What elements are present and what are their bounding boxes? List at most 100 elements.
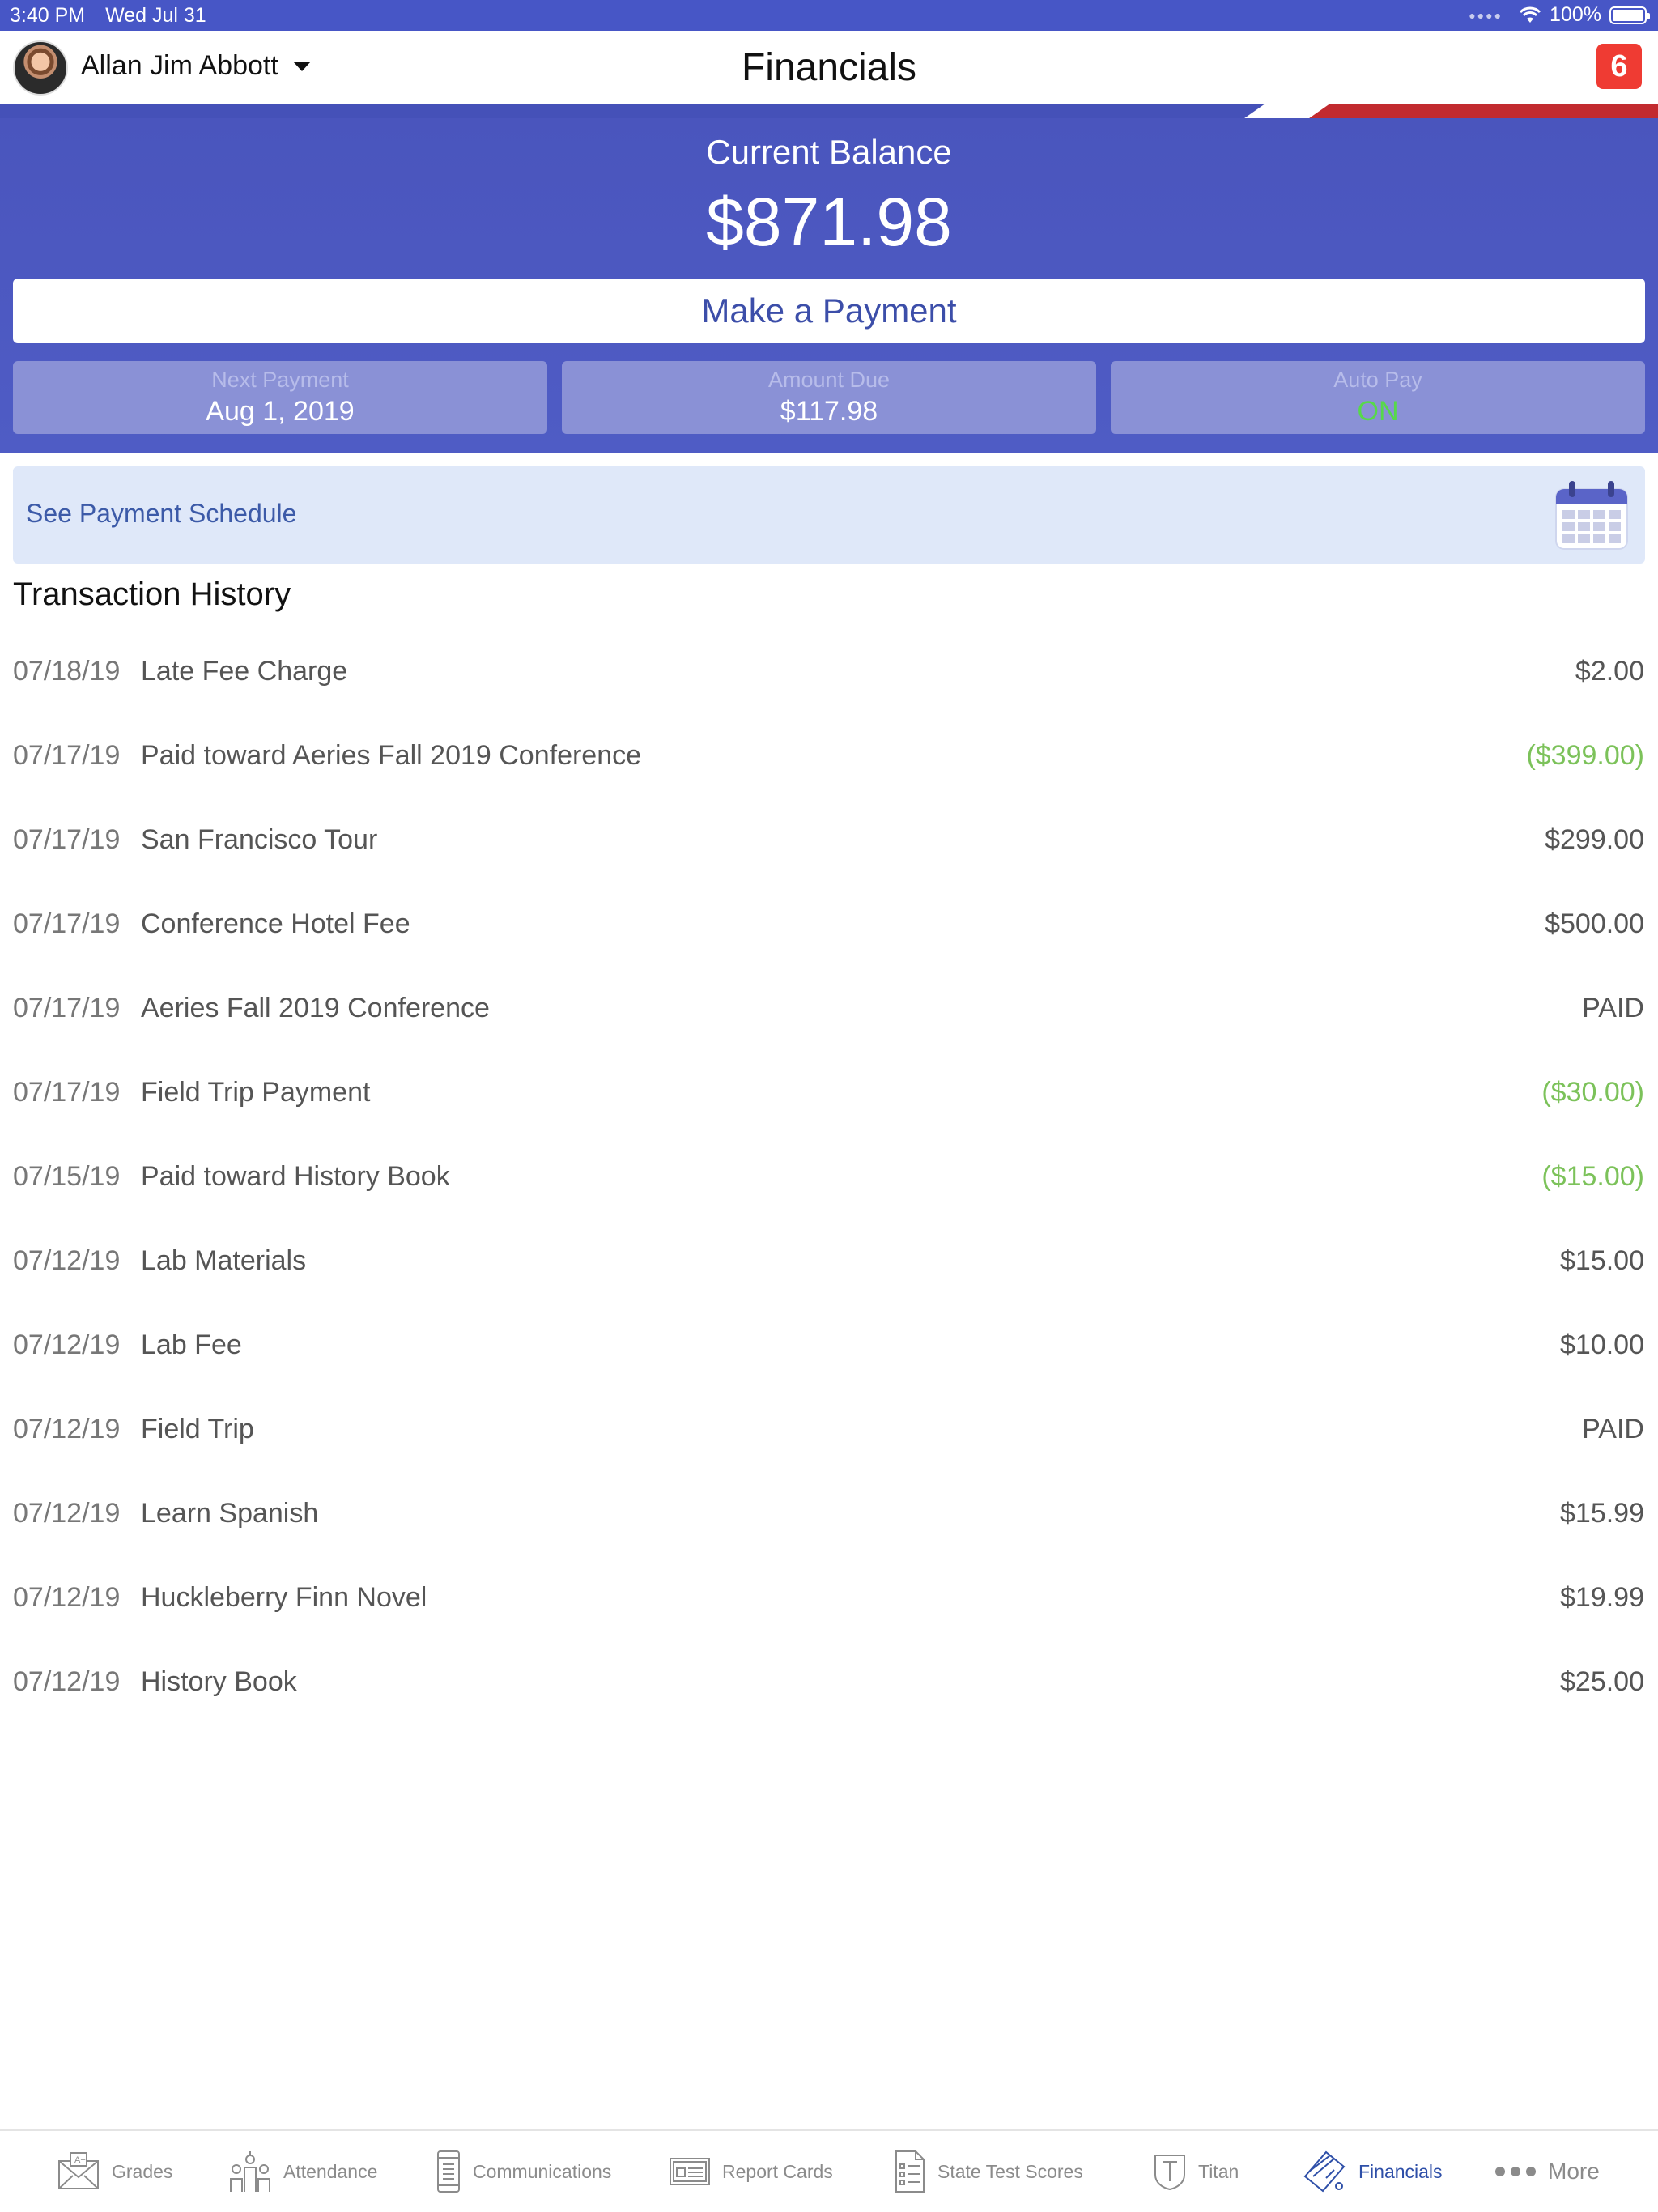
tab-state-test-scores[interactable]: State Test Scores xyxy=(894,2147,1083,2196)
transaction-date: 07/17/19 xyxy=(13,993,121,1023)
tab-label: Financials xyxy=(1358,2160,1443,2182)
tab-communications[interactable]: Communications xyxy=(436,2147,611,2196)
transaction-row[interactable]: 07/17/19 Conference Hotel Fee $500.00 xyxy=(0,886,1658,970)
transaction-description: Conference Hotel Fee xyxy=(141,908,410,939)
tab-label: Attendance xyxy=(283,2160,378,2182)
transaction-row[interactable]: 07/12/19 Lab Materials $15.00 xyxy=(0,1223,1658,1307)
auto-pay-value: ON xyxy=(1357,396,1399,427)
amount-due-label: Amount Due xyxy=(767,368,891,392)
transaction-row[interactable]: 07/17/19 Paid toward Aeries Fall 2019 Con… xyxy=(0,717,1658,802)
transaction-date: 07/12/19 xyxy=(13,1414,121,1444)
attendance-icon xyxy=(230,2151,270,2192)
tab-report-cards[interactable]: Report Cards xyxy=(669,2147,833,2196)
page-title: Financials xyxy=(741,46,917,89)
transaction-date: 07/12/19 xyxy=(13,1329,121,1360)
tab-bar: A+ Grades Attendance Communications Repo… xyxy=(0,2129,1658,2212)
transaction-amount: $19.99 xyxy=(1560,1582,1644,1613)
tab-label: Grades xyxy=(112,2160,173,2182)
signal-icon: ●●●● xyxy=(1469,8,1503,22)
tab-label: State Test Scores xyxy=(937,2160,1083,2182)
wifi-icon xyxy=(1519,6,1541,23)
transaction-amount: ($399.00) xyxy=(1526,740,1644,771)
app-header: Allan Jim Abbott Financials 6 xyxy=(0,31,1658,104)
communications-icon xyxy=(437,2150,460,2193)
transaction-row[interactable]: 07/12/19 Field Trip PAID xyxy=(0,1391,1658,1475)
transaction-row[interactable]: 07/17/19 Aeries Fall 2019 Conference PAID xyxy=(0,970,1658,1054)
transaction-amount: PAID xyxy=(1582,1414,1644,1444)
battery-percent: 100% xyxy=(1550,3,1601,26)
svg-text:A+: A+ xyxy=(74,2155,86,2165)
status-time: 3:40 PM xyxy=(10,4,86,27)
transaction-description: Field Trip xyxy=(141,1414,254,1444)
payment-schedule-link[interactable]: See Payment Schedule xyxy=(13,466,1645,564)
transaction-amount: $2.00 xyxy=(1575,656,1644,687)
transaction-description: Huckleberry Finn Novel xyxy=(141,1582,427,1613)
transaction-date: 07/17/19 xyxy=(13,908,121,939)
titan-icon xyxy=(1154,2155,1185,2191)
transaction-description: Field Trip Payment xyxy=(141,1077,371,1108)
tab-more[interactable]: More xyxy=(1494,2147,1600,2196)
transaction-row[interactable]: 07/17/19 San Francisco Tour $299.00 xyxy=(0,802,1658,886)
next-payment-label: Next Payment xyxy=(211,368,349,392)
state-test-scores-icon xyxy=(895,2150,925,2193)
transaction-date: 07/12/19 xyxy=(13,1245,121,1276)
auto-pay-box[interactable]: Auto Pay ON xyxy=(1111,361,1645,434)
transaction-date: 07/12/19 xyxy=(13,1582,121,1613)
transaction-description: History Book xyxy=(141,1666,297,1697)
tab-grades[interactable]: A+ Grades xyxy=(57,2147,172,2196)
tab-label: Report Cards xyxy=(722,2160,833,2182)
transaction-amount: $500.00 xyxy=(1545,908,1644,939)
transaction-amount: ($30.00) xyxy=(1541,1077,1644,1108)
transaction-amount: ($15.00) xyxy=(1541,1161,1644,1192)
payment-schedule-label: See Payment Schedule xyxy=(26,499,297,528)
transaction-row[interactable]: 07/12/19 Huckleberry Finn Novel $19.99 xyxy=(0,1559,1658,1644)
battery-icon xyxy=(1609,6,1650,24)
next-payment-value: Aug 1, 2019 xyxy=(206,396,355,427)
transaction-date: 07/17/19 xyxy=(13,1077,121,1108)
calendar-icon xyxy=(1555,481,1628,550)
transaction-amount: $10.00 xyxy=(1560,1329,1644,1360)
transaction-amount: PAID xyxy=(1582,993,1644,1023)
transaction-list: 07/18/19 Late Fee Charge $2.00 07/17/19 Pai… xyxy=(0,633,1658,1728)
transaction-row[interactable]: 07/17/19 Field Trip Payment ($30.00) xyxy=(0,1054,1658,1138)
transaction-row[interactable]: 07/12/19 Learn Spanish $15.99 xyxy=(0,1475,1658,1559)
make-payment-button[interactable]: Make a Payment xyxy=(13,279,1645,343)
balance-amount: $871.98 xyxy=(706,184,952,260)
tab-attendance[interactable]: Attendance xyxy=(228,2147,377,2196)
transaction-date: 07/15/19 xyxy=(13,1161,121,1192)
transaction-description: Lab Fee xyxy=(141,1329,242,1360)
financials-icon xyxy=(1303,2150,1346,2193)
transaction-date: 07/18/19 xyxy=(13,656,121,687)
transaction-row[interactable]: 07/12/19 Lab Fee $10.00 xyxy=(0,1307,1658,1391)
tab-titan[interactable]: Titan xyxy=(1153,2147,1239,2196)
transaction-description: Lab Materials xyxy=(141,1245,307,1276)
transaction-description: Paid toward Aeries Fall 2019 Conference xyxy=(141,740,642,771)
transaction-amount: $15.99 xyxy=(1560,1498,1644,1529)
balance-label: Current Balance xyxy=(706,133,952,171)
amount-due-value: $117.98 xyxy=(780,396,878,427)
transaction-history-title: Transaction History xyxy=(13,576,291,612)
transaction-amount: $15.00 xyxy=(1560,1245,1644,1276)
auto-pay-label: Auto Pay xyxy=(1333,368,1422,392)
tab-label: Communications xyxy=(473,2160,612,2182)
transaction-amount: $25.00 xyxy=(1560,1666,1644,1697)
notification-badge[interactable]: 6 xyxy=(1596,44,1642,89)
transaction-row[interactable]: 07/15/19 Paid toward History Book ($15.00) xyxy=(0,1138,1658,1223)
more-icon xyxy=(1495,2167,1536,2176)
transaction-amount: $299.00 xyxy=(1545,824,1644,855)
balance-panel: Current Balance $871.98 Make a Payment N… xyxy=(0,118,1658,453)
status-bar: 3:40 PM Wed Jul 31 ●●●● 100% xyxy=(0,0,1658,31)
transaction-row[interactable]: 07/12/19 History Book $25.00 xyxy=(0,1644,1658,1728)
report-cards-icon xyxy=(670,2158,710,2185)
grades-icon: A+ xyxy=(58,2152,99,2189)
transaction-description: Learn Spanish xyxy=(141,1498,319,1529)
transaction-row[interactable]: 07/18/19 Late Fee Charge $2.00 xyxy=(0,633,1658,717)
status-date: Wed Jul 31 xyxy=(105,4,206,27)
transaction-date: 07/12/19 xyxy=(13,1498,121,1529)
transaction-description: Late Fee Charge xyxy=(141,656,348,687)
tab-label: More xyxy=(1548,2159,1600,2184)
transaction-date: 07/17/19 xyxy=(13,740,121,771)
transaction-date: 07/12/19 xyxy=(13,1666,121,1697)
header-stripe xyxy=(0,104,1658,118)
tab-financials[interactable]: Financials xyxy=(1302,2147,1443,2196)
